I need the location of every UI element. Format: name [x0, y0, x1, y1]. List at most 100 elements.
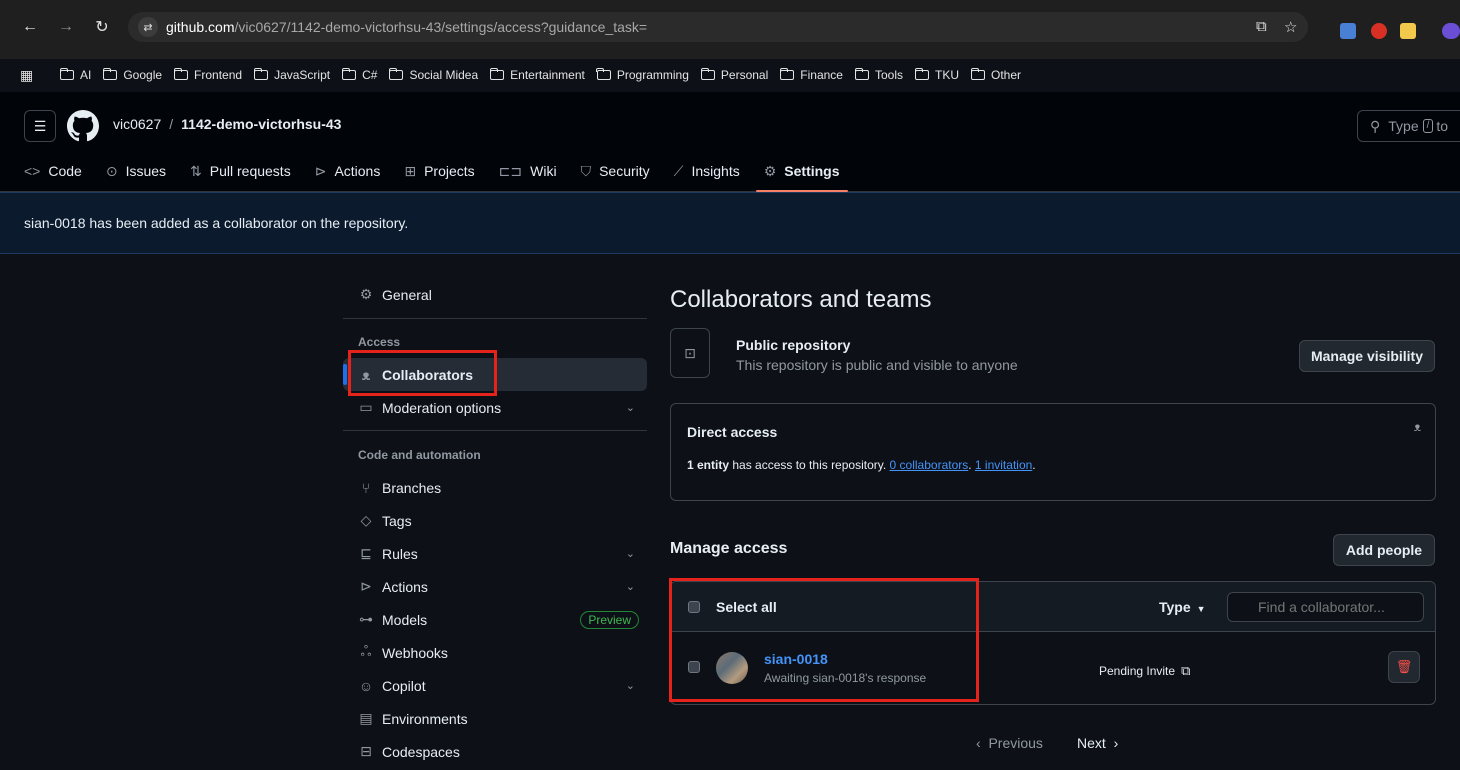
bookmark-folder[interactable]: Personal: [700, 68, 769, 82]
bookmark-label: TKU: [935, 68, 959, 82]
site-info-icon[interactable]: ⇄: [138, 17, 158, 37]
bookmark-folder[interactable]: Entertainment: [489, 68, 585, 82]
bookmark-folder[interactable]: Frontend: [173, 68, 242, 82]
find-collaborator-input[interactable]: [1227, 592, 1424, 622]
sidebar-item-environments[interactable]: ▤ Environments: [343, 702, 647, 735]
bookmarks-bar: ▦ AI Google Frontend JavaScript C# Socia…: [0, 64, 1460, 86]
tab-label: Security: [599, 163, 650, 179]
bookmark-label: Programming: [616, 68, 689, 82]
sidebar-item-branches[interactable]: ⑂ Branches: [343, 471, 647, 504]
remove-collaborator-button[interactable]: 🗑︎: [1388, 651, 1420, 683]
sidebar-item-tags[interactable]: ◇ Tags: [343, 504, 647, 537]
type-filter-dropdown[interactable]: Type ▼: [1159, 599, 1206, 615]
repo-owner-link[interactable]: vic0627: [113, 116, 161, 132]
adblock-extension-icon[interactable]: [1371, 23, 1387, 39]
collaborators-link[interactable]: 0 collaborators: [890, 458, 969, 472]
pending-invite-label: Pending Invite: [1099, 664, 1176, 678]
sidebar-item-models[interactable]: ⊶ Models Preview: [343, 603, 647, 636]
bookmark-folder[interactable]: C#: [341, 68, 378, 82]
bookmark-folder[interactable]: Finance: [779, 68, 843, 82]
previous-page-button[interactable]: ‹ Previous: [976, 735, 1043, 751]
graph-icon: ⟋: [673, 162, 684, 179]
row-checkbox[interactable]: [688, 661, 700, 673]
extension-badge-icon[interactable]: [1442, 23, 1460, 39]
tab-wiki[interactable]: ⊏⊐ Wiki: [491, 154, 565, 188]
folder-icon: [173, 68, 189, 80]
bookmark-label: Other: [991, 68, 1022, 82]
sidebar-item-label: Models: [382, 611, 428, 628]
tab-pull-requests[interactable]: ⇅ Pull requests: [182, 154, 299, 188]
select-all-checkbox[interactable]: [688, 601, 700, 613]
notes-extension-icon[interactable]: [1400, 23, 1416, 39]
comment-icon: ▭: [359, 399, 373, 415]
sidebar-item-actions[interactable]: ⊳ Actions ⌄: [343, 570, 647, 603]
sidebar-item-general[interactable]: ⚙ General: [343, 278, 647, 311]
bookmark-label: C#: [362, 68, 378, 82]
folder-icon: [253, 68, 269, 80]
folder-icon: [102, 68, 118, 80]
copy-icon[interactable]: ⧉: [1181, 663, 1190, 679]
tab-actions[interactable]: ⊳ Actions: [307, 154, 389, 188]
webhook-icon: ஃ: [360, 643, 372, 659]
codespaces-icon: ⊟: [360, 743, 372, 759]
sidebar-item-copilot[interactable]: ☺ Copilot ⌄: [343, 669, 647, 702]
bookmark-star-icon[interactable]: ☆: [1284, 18, 1297, 36]
translate-extension-icon[interactable]: [1340, 23, 1356, 39]
next-page-button[interactable]: Next ›: [1077, 735, 1118, 751]
back-arrow-icon[interactable]: ←: [16, 18, 44, 36]
menu-icon[interactable]: ☰: [24, 110, 56, 142]
member-name-link[interactable]: sian-0018: [764, 651, 828, 667]
tab-insights[interactable]: ⟋ Insights: [666, 154, 748, 188]
repo-name-link[interactable]: 1142-demo-victorhsu-43: [181, 116, 341, 132]
address-bar[interactable]: ⇄ github.com/vic0627/1142-demo-victorhsu…: [128, 12, 1308, 42]
bookmark-label: Personal: [720, 68, 769, 82]
sidebar-item-collaborators[interactable]: ᴥ Collaborators: [343, 358, 647, 391]
pending-invite: Pending Invite ⧉: [1099, 663, 1190, 679]
sidebar-item-label: Environments: [382, 710, 468, 727]
tab-issues[interactable]: ⊙ Issues: [98, 154, 174, 188]
add-people-button[interactable]: Add people: [1333, 534, 1435, 566]
bookmark-folder[interactable]: Social Midea: [389, 68, 478, 82]
sidebar-item-label: General: [382, 286, 432, 303]
search-icon: ⚲: [1370, 117, 1381, 134]
reload-icon[interactable]: ↻: [88, 17, 116, 37]
select-all-label: Select all: [716, 599, 777, 615]
tab-security[interactable]: ⛉ Security: [573, 154, 658, 188]
url-host: github.com: [166, 19, 235, 35]
sidebar-item-moderation[interactable]: ▭ Moderation options ⌄: [343, 391, 647, 424]
apps-grid-icon[interactable]: ▦: [20, 67, 36, 84]
folder-icon: [779, 68, 795, 80]
tab-settings[interactable]: ⚙ Settings: [755, 154, 848, 192]
bookmark-folder[interactable]: Other: [970, 68, 1022, 82]
bookmark-folder[interactable]: AI: [59, 68, 92, 82]
search-placeholder-tail: to: [1436, 118, 1449, 134]
bookmark-label: AI: [80, 68, 92, 82]
manage-visibility-button[interactable]: Manage visibility: [1299, 340, 1435, 372]
bookmark-folder[interactable]: Programming: [596, 68, 689, 82]
sidebar-item-webhooks[interactable]: ஃ Webhooks: [343, 636, 647, 669]
bookmark-folder[interactable]: Google: [102, 68, 162, 82]
tab-code[interactable]: <> Code: [16, 154, 90, 188]
folder-icon: [854, 68, 869, 80]
github-logo-icon[interactable]: [67, 110, 99, 142]
invitations-link[interactable]: 1 invitation: [975, 458, 1032, 472]
direct-access-title: Direct access: [687, 424, 778, 440]
sidebar-item-codespaces[interactable]: ⊟ Codespaces: [343, 735, 647, 768]
install-app-icon[interactable]: ⧉: [1256, 18, 1267, 35]
caret-down-icon: ▼: [1196, 604, 1206, 614]
tab-projects[interactable]: ⊞ Projects: [396, 154, 482, 188]
sidebar-item-label: Branches: [382, 479, 442, 496]
bookmark-label: Social Midea: [409, 68, 479, 82]
search-input[interactable]: ⚲ Type / to: [1357, 110, 1460, 142]
sidebar-divider: [343, 430, 647, 431]
bookmark-label: Entertainment: [510, 68, 585, 82]
chevron-down-icon: ⌄: [625, 680, 635, 692]
issue-icon: ⊙: [105, 162, 118, 179]
bookmark-folder[interactable]: TKU: [914, 68, 959, 82]
bookmark-folder[interactable]: Tools: [854, 68, 903, 82]
sidebar-item-rules[interactable]: ⊑ Rules ⌄: [343, 537, 647, 570]
gear-icon: ⚙: [763, 162, 777, 179]
forward-arrow-icon[interactable]: →: [52, 18, 80, 36]
sidebar-item-label: Copilot: [382, 677, 426, 694]
bookmark-folder[interactable]: JavaScript: [253, 68, 330, 82]
